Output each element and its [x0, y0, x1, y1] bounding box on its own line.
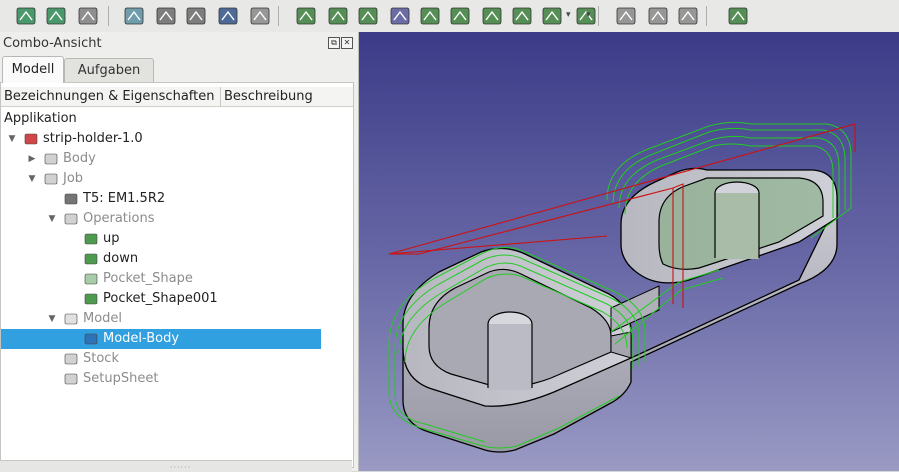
3d-pocket-icon[interactable]	[510, 4, 534, 28]
folder-icon	[63, 311, 79, 327]
face-icon[interactable]	[76, 4, 100, 28]
tree-item-label: Model-Body	[103, 331, 180, 346]
tree-item-label: Pocket_Shape001	[103, 291, 218, 306]
model-tree: Bezeichnungen & Eigenschaften Beschreibu…	[0, 82, 354, 468]
tree-item-label: Stock	[83, 351, 119, 366]
model-render	[388, 121, 856, 453]
path-tools-icon[interactable]	[184, 4, 208, 28]
3d-viewport[interactable]	[359, 32, 899, 471]
tree-item-label: Operations	[83, 211, 155, 226]
tab-aufgaben[interactable]: Aufgaben	[64, 58, 154, 82]
toolbar-separator	[706, 6, 707, 26]
operations-icon	[63, 211, 79, 227]
tree-item[interactable]: ▶ Body	[1, 149, 351, 169]
collapse-arrow-icon[interactable]: ▼	[7, 134, 17, 144]
tree-item-label: T5: EM1.5R2	[83, 191, 166, 206]
column-header-labels[interactable]: Bezeichnungen & Eigenschaften	[1, 87, 221, 107]
setup-sheet-icon	[63, 371, 79, 387]
tree-item-label: Job	[63, 171, 84, 186]
toolbar-separator	[108, 6, 109, 26]
close-panel-icon[interactable]: ✕	[341, 37, 353, 49]
tree-item[interactable]: Stock	[1, 349, 351, 369]
tree-item-label: SetupSheet	[83, 371, 159, 386]
collapse-arrow-icon[interactable]: ▼	[27, 174, 37, 184]
helix-icon[interactable]	[480, 4, 504, 28]
tree-item[interactable]: ▼ strip-holder-1.0	[1, 129, 351, 149]
part-body	[402, 167, 838, 453]
toolbar-separator	[278, 6, 279, 26]
tool-bit-icon	[63, 191, 79, 207]
engrave-icon[interactable]	[448, 4, 472, 28]
tree-item[interactable]: up	[1, 229, 351, 249]
tree-item[interactable]: ▼ Model	[1, 309, 351, 329]
pocket-op-icon	[83, 251, 99, 267]
sketch-edit-icon[interactable]	[44, 4, 68, 28]
profile-icon[interactable]	[294, 4, 318, 28]
contour-icon[interactable]	[418, 4, 442, 28]
column-header-description[interactable]: Beschreibung	[221, 87, 353, 107]
collapse-arrow-icon[interactable]: ▼	[47, 314, 57, 324]
tree-item[interactable]: ▼ Job	[1, 169, 351, 189]
collapse-arrow-icon[interactable]: ▼	[47, 214, 57, 224]
model-body-icon	[83, 331, 99, 347]
document-icon	[23, 131, 39, 147]
tree-item-label: Body	[63, 151, 96, 166]
tree-section-label: Applikation	[4, 111, 77, 126]
tree-item[interactable]: ▼ Operations	[1, 209, 351, 229]
job-icon	[43, 171, 59, 187]
path-postprocess-icon[interactable]	[154, 4, 178, 28]
pocket-op-icon	[83, 231, 99, 247]
tree-item[interactable]: SetupSheet	[1, 369, 351, 389]
dressup-icon[interactable]	[614, 4, 638, 28]
stop-icon[interactable]	[726, 4, 750, 28]
combo-view-panel: Combo-Ansicht ⧉ ✕ Modell Aufgaben Bezeic…	[0, 32, 359, 472]
tree-item[interactable]: down	[1, 249, 351, 269]
pocket-icon[interactable]	[326, 4, 350, 28]
path-simulator-icon[interactable]	[248, 4, 272, 28]
tree-item[interactable]: Pocket_Shape001	[1, 289, 351, 309]
tab-modell[interactable]: Modell	[2, 56, 64, 83]
adaptive-icon[interactable]	[540, 4, 564, 28]
tree-item-label: Model	[83, 311, 123, 326]
stock-icon	[63, 351, 79, 367]
tree-item-label: Pocket_Shape	[103, 271, 193, 286]
main-toolbar: ▾ ▾	[0, 0, 899, 33]
body-icon	[43, 151, 59, 167]
tree-item-label: down	[103, 251, 139, 266]
tree-item-label: strip-holder-1.0	[43, 131, 143, 146]
toolbar-separator	[598, 6, 599, 26]
tree-item[interactable]: T5: EM1.5R2	[1, 189, 351, 209]
tree-item[interactable]: Model-Body	[1, 329, 321, 349]
panel-resize-bar[interactable]: ······	[0, 460, 352, 472]
sketch-icon[interactable]	[14, 4, 38, 28]
fixture-icon[interactable]	[646, 4, 670, 28]
tree-item-label: up	[103, 231, 120, 246]
expand-arrow-icon[interactable]: ▶	[27, 154, 37, 164]
drilling-icon[interactable]	[388, 4, 412, 28]
pocket-shape-op-icon	[83, 291, 99, 307]
pocket-shape-icon[interactable]	[356, 4, 380, 28]
path-stock-icon[interactable]	[216, 4, 240, 28]
tree-item[interactable]: Pocket_Shape	[1, 269, 351, 289]
dropdown-arrow-icon[interactable]: ▾	[566, 10, 575, 20]
dropdown-arrow-icon[interactable]: ▾	[586, 10, 595, 20]
path-job-icon[interactable]	[122, 4, 146, 28]
pocket-shape-op-icon	[83, 271, 99, 287]
float-panel-icon[interactable]: ⧉	[328, 37, 340, 49]
comment-icon[interactable]	[676, 4, 700, 28]
combo-view-title: Combo-Ansicht	[3, 36, 102, 51]
